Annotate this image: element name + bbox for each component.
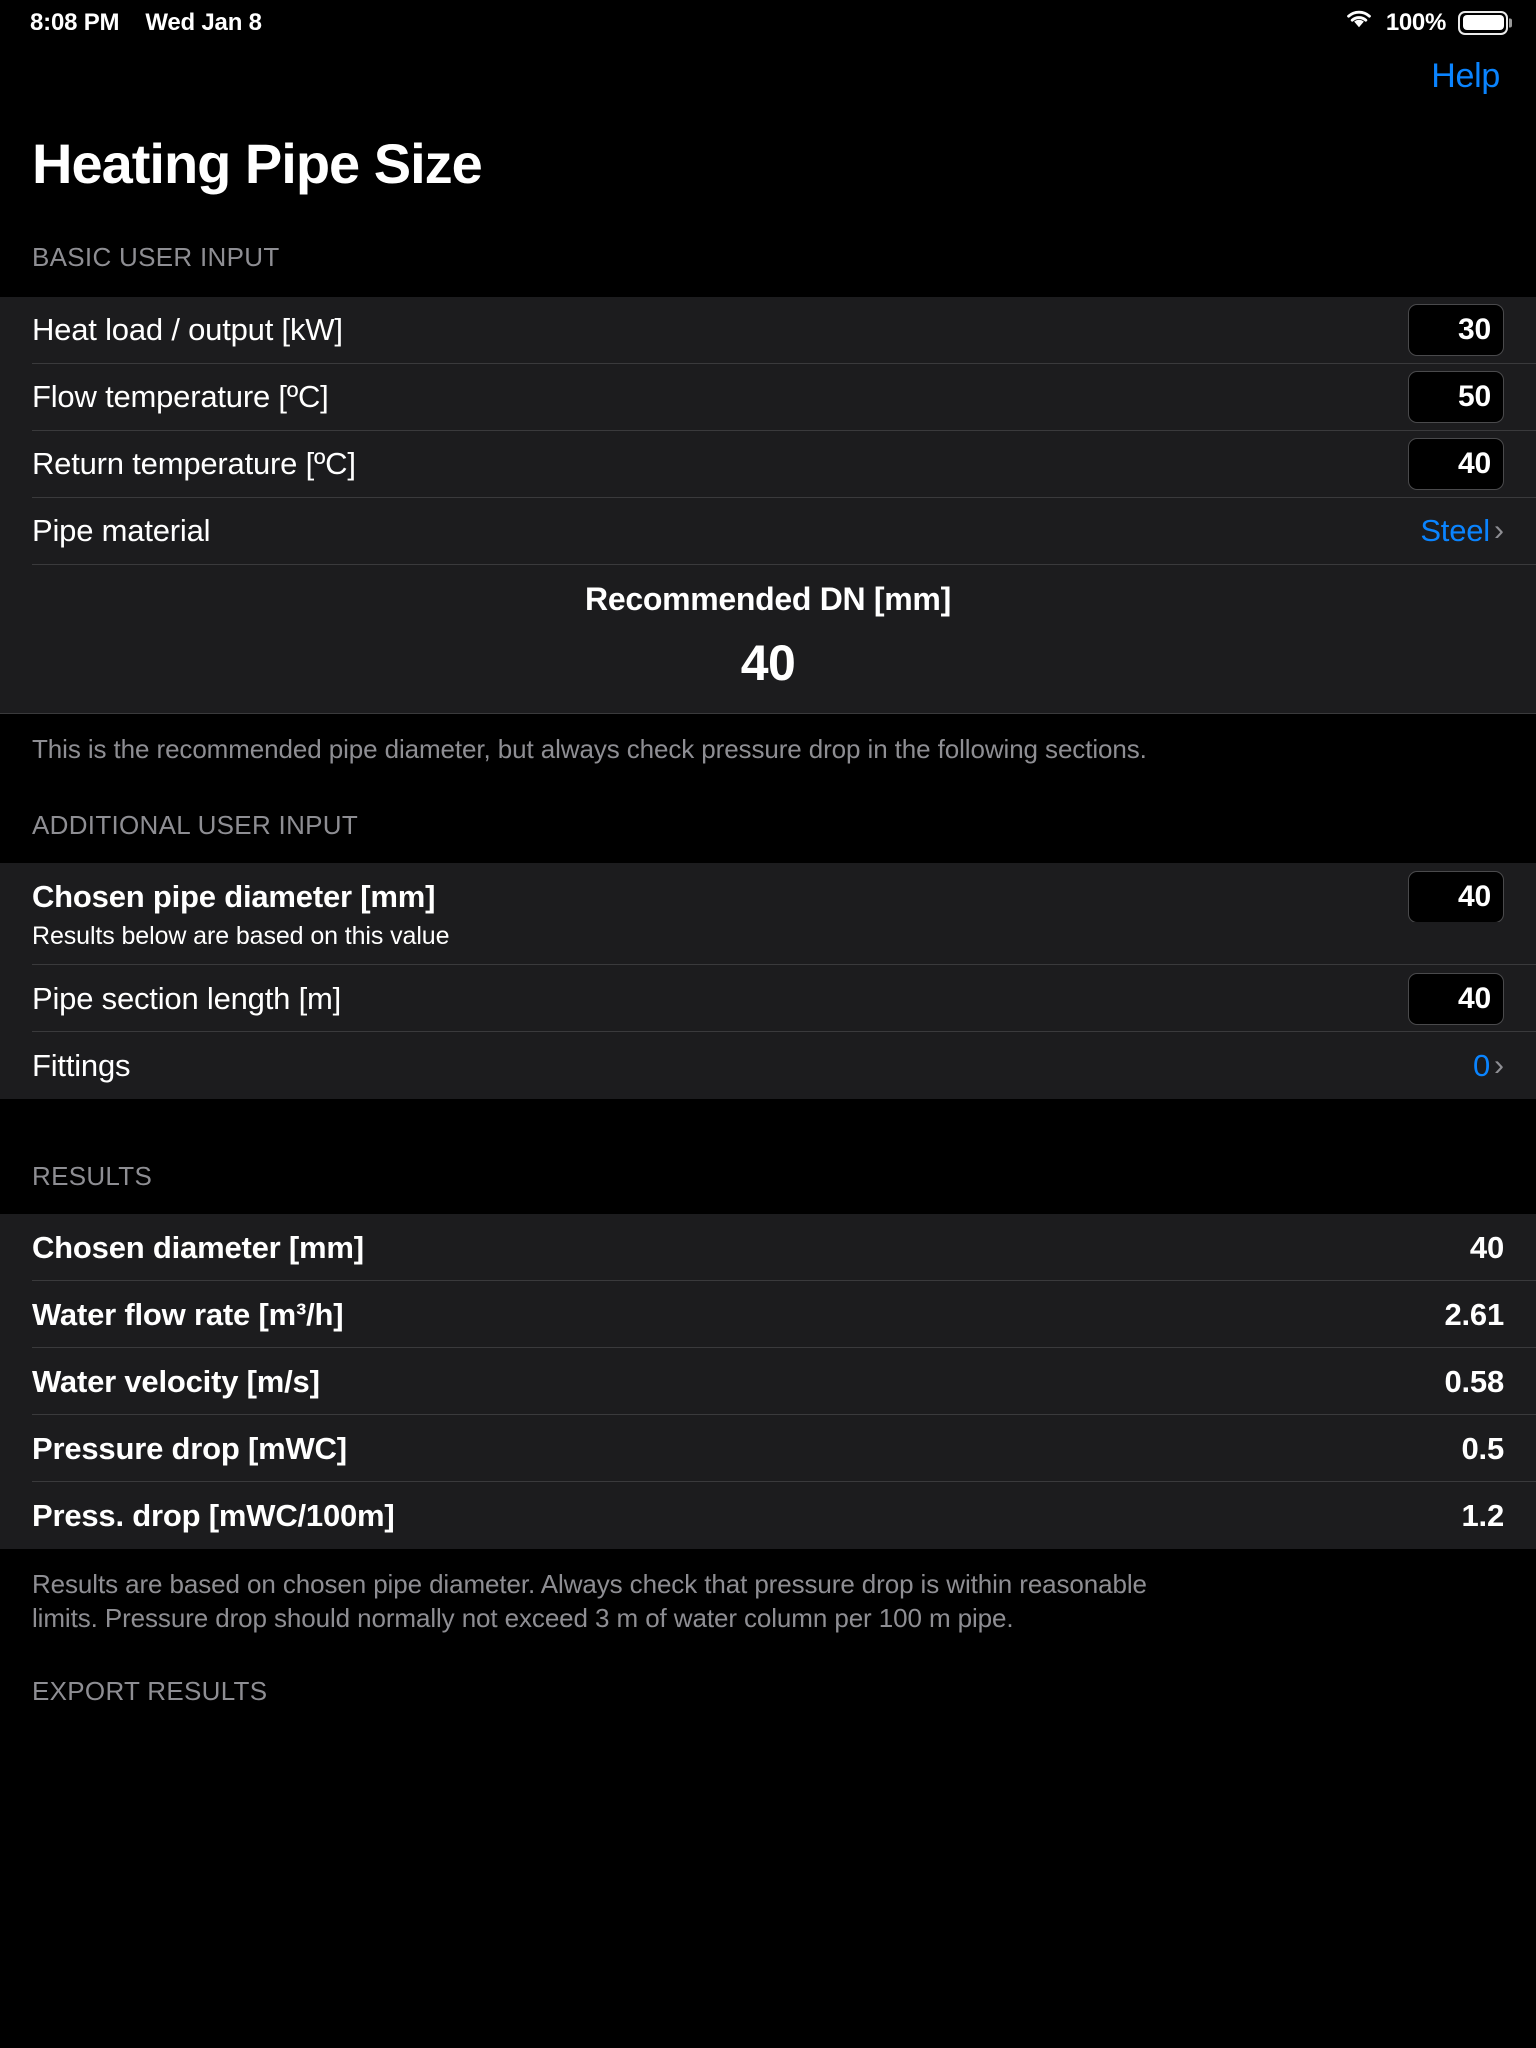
help-button[interactable]: Help	[1431, 57, 1500, 96]
heat-load-input[interactable]: 30	[1408, 304, 1504, 357]
row-label-return-temperature: Return temperature [ºC]	[32, 446, 356, 482]
spacer-after-basic-header	[0, 272, 1536, 297]
row-value-result-pressure-drop: 0.5	[1461, 1430, 1505, 1466]
pipe-material-value[interactable]: Steel	[1420, 513, 1490, 549]
recommended-dn-block: Recommended DN [mm] 40	[0, 564, 1536, 714]
pipe-section-length-input[interactable]: 40	[1408, 972, 1504, 1025]
spacer-before-results	[0, 1099, 1536, 1162]
results-section-header: RESULTS	[32, 1161, 153, 1192]
row-value-result-water-velocity: 0.58	[1444, 1363, 1504, 1399]
fittings-value[interactable]: 0	[1473, 1048, 1490, 1084]
spacer-after-additional-header	[0, 841, 1536, 864]
basic-section-header: BASIC USER INPUT	[32, 241, 280, 272]
row-label-pipe-material: Pipe material	[32, 513, 211, 549]
row-fittings[interactable]: Fittings 0 ›	[0, 1032, 1536, 1099]
row-return-temperature[interactable]: Return temperature [ºC] 40	[0, 431, 1536, 498]
battery-icon	[1458, 10, 1508, 35]
row-chosen-pipe-diameter[interactable]: Chosen pipe diameter [mm] 40	[0, 863, 1536, 930]
chosen-pipe-diameter-input[interactable]: 40	[1408, 870, 1504, 923]
spacer-before-additional	[0, 766, 1536, 811]
row-label-result-pressure-drop-per-100m: Press. drop [mWC/100m]	[32, 1497, 395, 1533]
row-pipe-section-length[interactable]: Pipe section length [m] 40	[0, 965, 1536, 1033]
row-heat-load[interactable]: Heat load / output [kW] 30	[0, 297, 1536, 364]
row-flow-temperature[interactable]: Flow temperature [ºC] 50	[0, 364, 1536, 431]
battery-fill	[1462, 15, 1504, 30]
row-value-result-chosen-diameter: 40	[1469, 1229, 1504, 1265]
flow-temperature-input[interactable]: 50	[1408, 371, 1504, 424]
battery-percent-label: 100%	[1385, 8, 1446, 36]
return-temperature-input[interactable]: 40	[1408, 438, 1504, 491]
spacer-before-basic	[0, 193, 1536, 242]
row-label-result-chosen-diameter: Chosen diameter [mm]	[32, 1229, 364, 1265]
row-label-fittings: Fittings	[32, 1047, 131, 1083]
row-value-result-pressure-drop-per-100m: 1.2	[1461, 1497, 1505, 1533]
status-bar-date: Wed Jan 8	[145, 8, 262, 36]
row-label-result-water-flow-rate: Water flow rate [m³/h]	[32, 1296, 344, 1332]
row-label-pipe-section-length: Pipe section length [m]	[32, 980, 342, 1016]
row-label-chosen-pipe-diameter: Chosen pipe diameter [mm]	[32, 878, 436, 914]
chosen-pipe-diameter-note: Results below are based on this value	[0, 922, 1536, 966]
status-bar: 8:08 PM Wed Jan 8 100%	[0, 0, 1536, 45]
additional-input-group: Chosen pipe diameter [mm] 40 Results bel…	[0, 863, 1536, 1100]
recommended-dn-title: Recommended DN [mm]	[585, 580, 951, 617]
additional-section-header: ADDITIONAL USER INPUT	[32, 810, 359, 841]
basic-input-group: Heat load / output [kW] 30 Flow temperat…	[0, 296, 1536, 714]
row-label-flow-temperature: Flow temperature [ºC]	[32, 379, 329, 415]
status-bar-time: 8:08 PM	[30, 8, 120, 36]
chevron-right-icon: ›	[1494, 514, 1504, 548]
export-section-header: EXPORT RESULTS	[32, 1675, 268, 1706]
status-bar-left: 8:08 PM Wed Jan 8	[30, 9, 262, 37]
row-label-result-pressure-drop: Pressure drop [mWC]	[32, 1430, 347, 1466]
spacer-before-export	[0, 1635, 1536, 1676]
row-label-heat-load: Heat load / output [kW]	[32, 312, 343, 348]
row-value-result-water-flow-rate: 2.61	[1444, 1296, 1504, 1332]
spacer-after-results-header	[0, 1192, 1536, 1215]
row-result-water-velocity: Water velocity [m/s] 0.58	[0, 1348, 1536, 1416]
status-bar-right: 100%	[1344, 8, 1508, 37]
navigation-bar: Help	[0, 45, 1536, 107]
page-title: Heating Pipe Size	[32, 132, 483, 195]
wifi-icon	[1344, 8, 1374, 37]
row-result-pressure-drop-per-100m: Press. drop [mWC/100m] 1.2	[0, 1482, 1536, 1549]
row-label-result-water-velocity: Water velocity [m/s]	[32, 1363, 320, 1399]
results-group: Chosen diameter [mm] 40 Water flow rate …	[0, 1214, 1536, 1550]
row-result-chosen-diameter: Chosen diameter [mm] 40	[0, 1214, 1536, 1282]
row-result-water-flow-rate: Water flow rate [m³/h] 2.61	[0, 1281, 1536, 1349]
chevron-right-icon: ›	[1494, 1048, 1504, 1082]
recommended-dn-value: 40	[740, 634, 796, 691]
basic-section-footnote: This is the recommended pipe diameter, b…	[32, 733, 1147, 764]
results-section-footnote: Results are based on chosen pipe diamete…	[32, 1569, 1147, 1634]
row-pipe-material[interactable]: Pipe material Steel ›	[0, 498, 1536, 565]
row-result-pressure-drop: Pressure drop [mWC] 0.5	[0, 1415, 1536, 1483]
